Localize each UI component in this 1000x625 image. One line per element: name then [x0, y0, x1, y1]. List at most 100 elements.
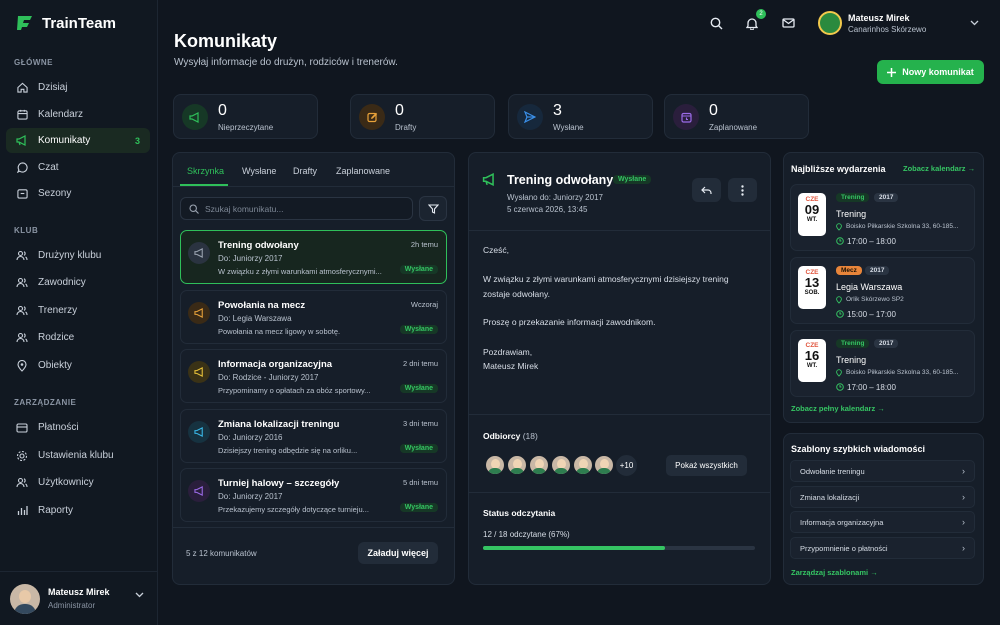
template-item[interactable]: Przypomnienie o płatności › — [790, 537, 975, 559]
sidebar-item-chat[interactable]: Czat — [6, 155, 150, 180]
message-item[interactable]: Informacja organizacyjna 2 dni temu Do: … — [180, 349, 447, 403]
message-item[interactable]: Powołania na mecz Wczoraj Do: Legia Wars… — [180, 290, 447, 344]
sidebar-item-label: Obiekty — [38, 360, 72, 371]
stat-card-unread: 0 Nieprzeczytane — [173, 94, 318, 139]
manage-templates-link[interactable]: Zarządzaj szablonami → — [791, 568, 878, 577]
sidebar-item-parents[interactable]: Rodzice — [6, 325, 150, 350]
message-body-line: Proszę o przekazanie informacji zawodnik… — [483, 317, 656, 327]
sidebar-item-club-settings[interactable]: Ustawienia klubu — [6, 443, 150, 468]
event-time: 15:00 – 17:00 — [847, 310, 896, 319]
more-vertical-icon — [741, 184, 744, 196]
detail-date: 5 czerwca 2026, 13:45 — [507, 205, 588, 214]
full-calendar-link[interactable]: Zobacz pełny kalendarz → — [791, 404, 885, 413]
card-icon — [16, 422, 28, 434]
view-calendar-label: Zobacz kalendarz — [903, 164, 966, 173]
reply-button[interactable] — [692, 178, 721, 202]
manage-templates-label: Zarządzaj szablonami — [791, 568, 869, 577]
user-name: Mateusz Mirek — [48, 587, 110, 597]
sidebar-item-label: Płatności — [38, 422, 79, 433]
sidebar-item-seasons[interactable]: Sezony — [6, 181, 150, 206]
detail-recipient: Wysłano do: Juniorzy 2017 — [507, 193, 603, 202]
message-time: 2 dni temu — [402, 359, 438, 368]
recipients-count: (18) — [522, 431, 538, 441]
message-recipient: Do: Juniorzy 2017 — [218, 492, 283, 501]
sidebar-item-users[interactable]: Użytkownicy — [6, 470, 150, 495]
page-title: Komunikaty — [174, 31, 278, 51]
users-icon — [16, 332, 28, 344]
event-card[interactable]: CZE 16 WT. Trening 2017 Trening Boisko P… — [790, 330, 975, 397]
template-item[interactable]: Informacja organizacyjna › — [790, 511, 975, 533]
megaphone-icon — [188, 421, 210, 443]
event-address: Orlik Skórzewo SP2 — [846, 296, 904, 303]
sidebar-item-reports[interactable]: Raporty — [6, 498, 150, 523]
view-calendar-link[interactable]: Zobacz kalendarz → — [903, 164, 975, 173]
filter-button[interactable] — [419, 196, 447, 221]
topbar-user-name[interactable]: Mateusz Mirek — [848, 13, 910, 23]
bell-icon[interactable]: 2 — [744, 9, 766, 31]
message-time: 2h temu — [410, 240, 438, 249]
app-root: TrainTeam GŁÓWNE Dzisiaj Kalendarz Komun… — [0, 0, 1000, 625]
tabs-divider — [173, 186, 454, 187]
search-box[interactable] — [180, 197, 413, 220]
search-input[interactable] — [205, 203, 395, 214]
message-preview: Przekazujemy szczegóły dotyczące turniej… — [218, 505, 369, 514]
recipient-avatar[interactable] — [506, 454, 528, 476]
arrow-right-icon: → — [870, 568, 878, 577]
more-options-button[interactable] — [728, 178, 757, 202]
more-recipients-count[interactable]: +10 — [614, 453, 639, 478]
message-item[interactable]: Zmiana lokalizacji treningu 3 dni temu D… — [180, 409, 447, 463]
templates-panel — [783, 433, 984, 585]
new-announcement-button[interactable]: Nowy komunikat — [877, 60, 984, 84]
tab-sent[interactable]: Wysłane — [242, 166, 276, 176]
event-day: 16 — [804, 348, 820, 363]
recipient-avatar[interactable] — [550, 454, 572, 476]
sidebar-item-calendar[interactable]: Kalendarz — [6, 102, 150, 127]
sidebar-item-teams[interactable]: Drużyny klubu — [6, 243, 150, 268]
read-progress-fill — [483, 546, 666, 550]
recipient-avatar[interactable] — [528, 454, 550, 476]
event-time: 17:00 – 18:00 — [847, 237, 896, 246]
sidebar-user[interactable]: Mateusz Mirek Administrator — [0, 571, 158, 625]
chevron-down-icon[interactable] — [970, 20, 979, 26]
app-logo[interactable]: TrainTeam — [16, 14, 116, 32]
tab-drafts[interactable]: Drafty — [293, 166, 317, 176]
tab-scheduled[interactable]: Zaplanowane — [336, 166, 390, 176]
event-card[interactable]: CZE 13 SOB. Mecz 2017 Legia Warszawa Orl… — [790, 257, 975, 324]
template-item[interactable]: Zmiana lokalizacji › — [790, 486, 975, 508]
megaphone-icon — [188, 242, 210, 264]
sidebar-item-label: Ustawienia klubu — [38, 450, 114, 461]
search-icon[interactable] — [708, 15, 724, 31]
mail-icon[interactable] — [780, 15, 796, 31]
message-time: 3 dni temu — [402, 419, 438, 428]
template-label: Przypomnienie o płatności — [800, 543, 888, 553]
chevron-down-icon[interactable] — [135, 592, 144, 598]
event-name: Legia Warszawa — [836, 282, 903, 292]
template-item[interactable]: Odwołanie treningu › — [790, 460, 975, 482]
message-item[interactable]: Turniej halowy – szczegóły 5 dni temu Do… — [180, 468, 447, 522]
message-title: Zmiana lokalizacji treningu — [218, 419, 340, 430]
recipient-avatar[interactable] — [484, 454, 506, 476]
show-all-recipients-button[interactable]: Pokaż wszystkich — [666, 455, 747, 476]
plus-icon — [887, 67, 897, 77]
recipients-heading: Odbiorcy (18) — [483, 431, 538, 441]
stat-label: Nieprzeczytane — [218, 123, 274, 132]
message-body-line: Pozdrawiam, — [483, 347, 533, 357]
sidebar-item-announcements[interactable]: Komunikaty 3 — [6, 128, 150, 153]
sidebar-item-players[interactable]: Zawodnicy — [6, 270, 150, 295]
sidebar-item-today[interactable]: Dzisiaj — [6, 75, 150, 100]
sidebar-item-payments[interactable]: Płatności — [6, 415, 150, 440]
read-status-text: 12 / 18 odczytane (67%) — [483, 530, 570, 539]
list-divider — [173, 527, 454, 528]
recipient-avatar[interactable] — [593, 454, 615, 476]
message-item[interactable]: Trening odwołany 2h temu Do: Juniorzy 20… — [180, 230, 447, 284]
load-more-button[interactable]: Załaduj więcej — [358, 542, 438, 564]
event-card[interactable]: CZE 09 WT. Trening 2017 Trening Boisko P… — [790, 184, 975, 251]
sidebar-item-coaches[interactable]: Trenerzy — [6, 298, 150, 323]
tab-inbox[interactable]: Skrzynka — [187, 166, 224, 176]
message-title: Informacja organizacyjna — [218, 359, 333, 370]
sidebar-item-facilities[interactable]: Obiekty — [6, 353, 150, 378]
arrow-right-icon: → — [877, 404, 885, 413]
app-name: TrainTeam — [42, 14, 116, 32]
recipient-avatar[interactable] — [572, 454, 594, 476]
section-label-club: KLUB — [14, 226, 39, 235]
